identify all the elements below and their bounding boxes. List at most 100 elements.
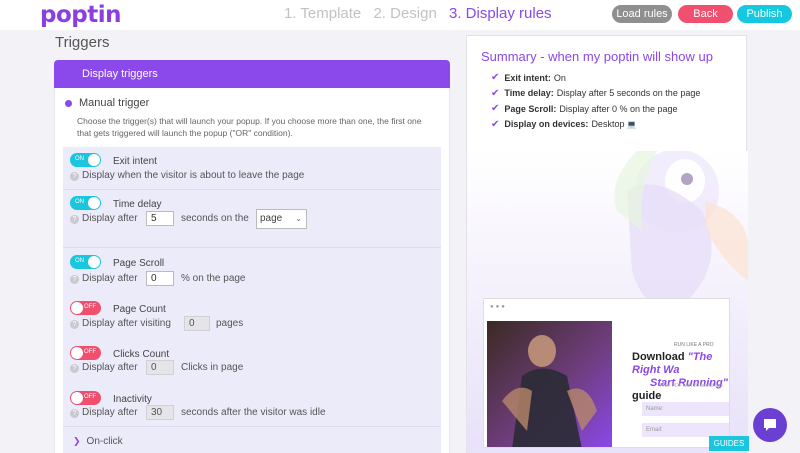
help-icon[interactable]: ?: [70, 172, 79, 181]
trigger-row-clicks-count: OFF Clicks Count ? Display after 0 Click…: [63, 340, 441, 384]
toggle-state-label: OFF: [84, 394, 96, 400]
step-template[interactable]: 1. Template: [284, 5, 361, 22]
page-scroll-before: Display after: [82, 273, 138, 284]
time-delay-toggle[interactable]: ON: [70, 196, 101, 210]
runner-image: [487, 321, 612, 447]
clicks-count-toggle[interactable]: OFF: [70, 346, 101, 360]
trigger-list: ON Exit intent ? Display when the visito…: [63, 147, 441, 453]
on-click-toggle[interactable]: ❯ On-click: [73, 436, 123, 447]
summary-item: ✔ Page Scroll: Display after 0 % on the p…: [491, 101, 700, 117]
inactivity-title: Inactivity: [113, 394, 152, 405]
time-delay-before: Display after: [82, 213, 138, 224]
summary-label: Page Scroll:: [504, 103, 557, 114]
page-count-before: Display after visiting: [82, 318, 171, 329]
summary-value: Desktop: [591, 119, 625, 130]
trigger-row-inactivity: OFF Inactivity ? Display after 30 second…: [63, 384, 441, 427]
popup-preview[interactable]: ●●● RUN LIKE A PRO Download "The Right W…: [483, 298, 730, 448]
radio-dot-icon: [65, 99, 72, 107]
time-delay-title: Time delay: [113, 199, 162, 210]
summary-item: ✔ Exit intent: On: [491, 70, 700, 86]
chat-button[interactable]: [753, 408, 787, 442]
laptop-icon: 💻: [626, 119, 637, 129]
step-display-rules[interactable]: 3. Display rules: [449, 5, 552, 22]
summary-label: Exit intent:: [504, 72, 551, 83]
chevron-down-icon: ❯: [73, 436, 81, 446]
exit-intent-toggle[interactable]: ON: [70, 153, 101, 167]
summary-value: Display after 5 seconds on the page: [556, 88, 701, 99]
triggers-description: Choose the trigger(s) that will launch y…: [77, 116, 422, 138]
summary-list: ✔ Exit intent: On ✔ Time delay: Display af…: [491, 70, 700, 132]
time-delay-input[interactable]: 5: [146, 211, 174, 226]
checkmark-icon: ✔: [491, 103, 500, 115]
page-scroll-after: % on the page: [181, 273, 246, 284]
summary-item: ✔ Time delay: Display after 5 seconds on …: [491, 86, 700, 102]
display-triggers-header[interactable]: Display triggers: [54, 60, 450, 88]
summary-label: Display on devices:: [504, 119, 589, 130]
chevron-down-icon: ⌄: [295, 214, 302, 223]
clicks-count-before: Display after: [82, 362, 138, 373]
runner-icon: [502, 335, 597, 447]
summary-title: Summary - when my poptin will show up: [481, 49, 713, 64]
toggle-state-label: ON: [75, 156, 84, 162]
checkmark-icon: ✔: [491, 118, 500, 130]
clicks-count-input[interactable]: 0: [146, 360, 174, 375]
step-design[interactable]: 2. Design: [373, 5, 436, 22]
page-scroll-title: Page Scroll: [113, 258, 165, 269]
chat-icon: [764, 419, 776, 431]
help-icon[interactable]: ?: [70, 215, 79, 224]
inactivity-input[interactable]: 30: [146, 405, 174, 420]
trigger-row-exit-intent: ON Exit intent ? Display when the visito…: [63, 147, 441, 190]
clicks-count-after: Clicks in page: [181, 362, 244, 373]
inactivity-after: seconds after the visitor was idle: [181, 407, 326, 418]
inactivity-before: Display after: [82, 407, 138, 418]
page-count-title: Page Count: [113, 304, 166, 315]
toggle-state-label: ON: [75, 199, 84, 205]
back-button[interactable]: Back: [678, 5, 733, 23]
poptin-logo[interactable]: poptin: [40, 2, 121, 28]
summary-item: ✔ Display on devices: Desktop 💻: [491, 117, 700, 133]
preview-headline: Download "The Right Wa Start Running" gu…: [632, 351, 729, 403]
window-dots-icon: ●●●: [490, 304, 507, 310]
help-icon[interactable]: ?: [70, 364, 79, 373]
summary-value: On: [553, 72, 566, 83]
time-delay-after: seconds on the: [181, 213, 249, 224]
inactivity-toggle[interactable]: OFF: [70, 391, 101, 405]
help-icon[interactable]: ?: [70, 320, 79, 329]
page-count-input[interactable]: 0: [184, 316, 210, 331]
summary-value: Display after 0 % on the page: [559, 103, 678, 114]
summary-label: Time delay:: [504, 88, 554, 99]
top-header: poptin 1. Template 2. Design 3. Display …: [0, 0, 800, 30]
checkmark-icon: ✔: [491, 87, 500, 99]
publish-button[interactable]: Publish: [737, 5, 792, 23]
select-value: page: [260, 213, 283, 224]
exit-intent-title: Exit intent: [113, 156, 157, 167]
load-rules-button[interactable]: Load rules: [612, 5, 672, 23]
page-scroll-input[interactable]: 0: [146, 271, 174, 286]
trigger-row-page-scroll: ON Page Scroll ? Display after 0 % on th…: [63, 248, 441, 295]
page-count-toggle[interactable]: OFF: [70, 301, 101, 315]
checkmark-icon: ✔: [491, 72, 500, 84]
manual-trigger-label: Manual trigger: [79, 97, 150, 109]
page-count-after: pages: [216, 318, 244, 329]
toggle-state-label: ON: [75, 258, 84, 264]
preview-name-field: Name:: [642, 402, 729, 416]
manual-trigger-radio[interactable]: Manual trigger: [65, 97, 149, 109]
triggers-title: Triggers: [55, 34, 110, 51]
help-icon[interactable]: ?: [70, 409, 79, 418]
toggle-state-label: OFF: [84, 349, 96, 355]
preview-subtitle: RUN LIKE A PRO: [674, 342, 714, 348]
headline-part: guide: [632, 390, 662, 402]
trigger-row-page-count: OFF Page Count ? Display after visiting …: [63, 295, 441, 340]
clicks-count-title: Clicks Count: [113, 349, 170, 360]
time-delay-select[interactable]: page ⌄: [256, 209, 307, 229]
preview-small-text: Free PDF with 20 useful tips: [660, 383, 723, 389]
headline-part: Download: [632, 351, 688, 363]
toggle-state-label: OFF: [84, 304, 96, 310]
preview-email-field: Email:: [642, 423, 729, 437]
help-icon[interactable]: ?: [70, 275, 79, 284]
trigger-row-time-delay: ON Time delay ? Display after 5 seconds …: [63, 190, 441, 248]
page-scroll-toggle[interactable]: ON: [70, 255, 101, 269]
guides-button[interactable]: GUIDES: [709, 436, 749, 451]
exit-intent-text: Display when the visitor is about to lea…: [82, 170, 305, 181]
wizard-steps: 1. Template 2. Design 3. Display rules: [284, 5, 560, 22]
